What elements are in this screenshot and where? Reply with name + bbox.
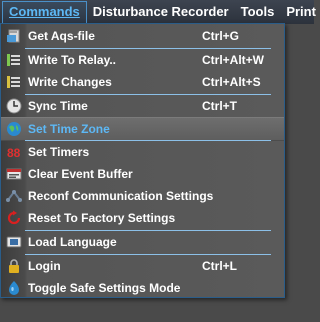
menu-item-label: Clear Event Buffer [28,167,133,181]
reset-icon [3,207,25,229]
menu-item-label: Load Language [28,235,117,249]
timer-icon: 88 [3,141,25,163]
svg-text:88: 88 [7,146,21,160]
menu-item-label: Get Aqs-file [28,29,95,43]
menu-item-get-aqs-file[interactable]: Get Aqs-file Ctrl+G [1,25,284,47]
menu-item-write-to-relay[interactable]: Write To Relay.. Ctrl+Alt+W [1,49,284,71]
globe-icon [3,118,25,140]
menu-item-shortcut: Ctrl+Alt+S [202,75,261,89]
menu-item-label: Sync Time [28,99,88,113]
menu-item-load-language[interactable]: Load Language [1,231,284,253]
list-icon [3,71,25,93]
menu-item-label: Set Timers [28,145,90,159]
menu-item-reset-to-factory-settings[interactable]: Reset To Factory Settings [1,207,284,229]
menu-item-login[interactable]: Login Ctrl+L [1,255,284,277]
menu-item-label: Login [28,259,61,273]
menu-item-label: Write Changes [28,75,112,89]
file-icon [3,25,25,47]
menu-item-toggle-safe-settings-mode[interactable]: Toggle Safe Settings Mode [1,277,284,299]
buffer-icon [3,163,25,185]
menu-item-shortcut: Ctrl+T [202,99,238,113]
menu-item-set-timers[interactable]: 88 Set Timers [1,141,284,163]
menu-bar: Commands Disturbance Recorder Tools Prin… [0,0,316,24]
network-icon [3,185,25,207]
menu-item-sync-time[interactable]: Sync Time Ctrl+T [1,95,284,117]
menu-item-set-time-zone[interactable]: Set Time Zone [1,117,284,141]
menu-item-shortcut: Ctrl+Alt+W [202,53,265,67]
menu-item-shortcut: Ctrl+G [202,29,240,43]
commands-dropdown: Get Aqs-file Ctrl+G Write To Relay.. Ctr… [0,23,285,298]
language-icon [3,231,25,253]
shield-icon [3,277,25,299]
menu-print[interactable]: Print [280,1,320,23]
write-icon [3,49,25,71]
menu-item-label: Toggle Safe Settings Mode [28,281,181,295]
menu-item-label: Set Time Zone [28,122,110,136]
menu-item-label: Reconf Communication Settings [28,189,214,203]
clock-icon [3,95,25,117]
menu-item-shortcut: Ctrl+L [202,259,238,273]
menu-item-write-changes[interactable]: Write Changes Ctrl+Alt+S [1,71,284,93]
menu-item-reconf-communication-settings[interactable]: Reconf Communication Settings [1,185,284,207]
menu-item-label: Reset To Factory Settings [28,211,176,225]
menu-item-clear-event-buffer[interactable]: Clear Event Buffer [1,163,284,185]
menu-commands[interactable]: Commands [2,1,87,23]
lock-icon [3,255,25,277]
menu-disturbance-recorder[interactable]: Disturbance Recorder [87,1,235,23]
menu-tools[interactable]: Tools [235,1,281,23]
menu-item-label: Write To Relay.. [28,53,117,67]
